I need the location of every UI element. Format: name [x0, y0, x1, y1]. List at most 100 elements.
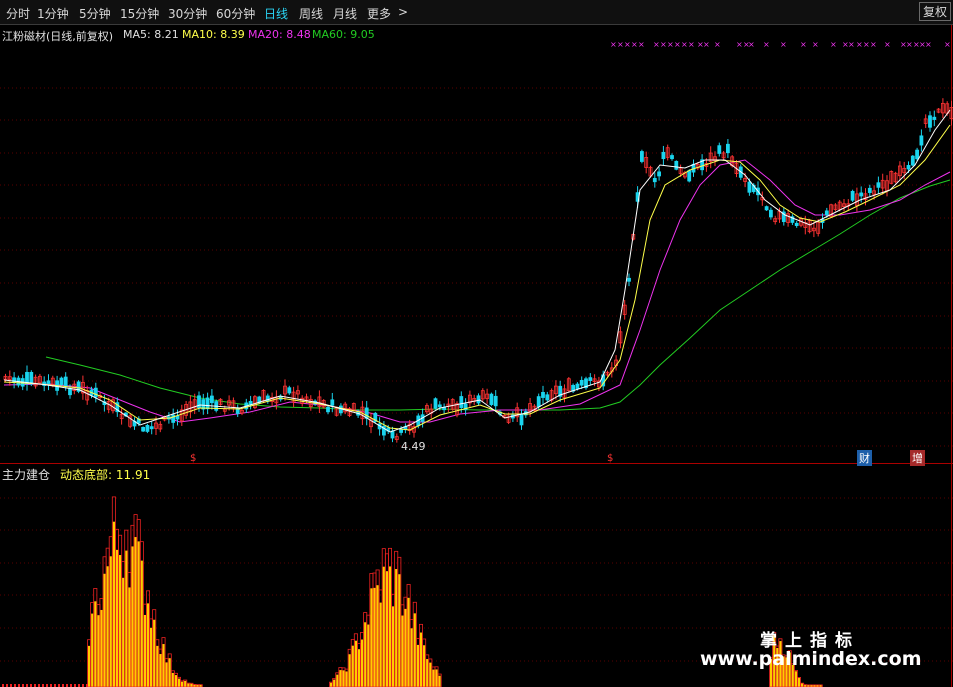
cross-marker: × [800, 40, 807, 49]
candle-body [687, 170, 692, 182]
sub-bar [376, 585, 379, 687]
candle-body [640, 151, 644, 162]
chart-area[interactable]: × × × × × × × × × × × × × × × ×× × × × × × × × × × × × × × × × × × [0, 25, 953, 687]
sub-bar [122, 577, 125, 687]
candle-body [459, 396, 464, 408]
cross-marker: × [638, 40, 645, 49]
sub-bar [177, 678, 181, 687]
sub-bar [373, 587, 376, 687]
cross-marker: × [610, 40, 617, 49]
candle-body [670, 155, 674, 160]
tab-week[interactable]: 周线 [299, 5, 323, 22]
cross-marker: × [617, 40, 624, 49]
sub-bar [168, 658, 171, 687]
sub-bar [165, 662, 168, 687]
candle-body [390, 430, 395, 439]
cai-badge[interactable]: 财 [857, 450, 872, 466]
sub-bar [339, 670, 342, 687]
sub-bar [345, 671, 348, 687]
candle-body [476, 395, 481, 404]
sub-bar [438, 675, 441, 687]
sub-bar [388, 566, 392, 687]
candle-body [545, 394, 550, 401]
cross-marker: × [870, 40, 877, 49]
candle-body [588, 377, 593, 381]
sub-bar [426, 659, 429, 687]
sub-bar [348, 654, 351, 687]
candle-body [764, 206, 769, 211]
candle-body [536, 396, 541, 407]
sub-bar [432, 669, 435, 687]
candle-body [205, 397, 210, 410]
sub-bar [407, 597, 410, 687]
sub-bar [140, 560, 143, 687]
tab-1min[interactable]: 1分钟 [37, 5, 69, 22]
candle-body [149, 426, 154, 430]
sub-bar [112, 521, 115, 687]
tab-fenshi[interactable]: 分时 [6, 5, 30, 22]
candle-body [661, 151, 666, 160]
sub-bar [419, 632, 423, 687]
tab-5min[interactable]: 5分钟 [79, 5, 111, 22]
cross-marker: × [653, 40, 660, 49]
tab-60min[interactable]: 60分钟 [216, 5, 255, 22]
candle-body [579, 379, 584, 386]
sub-bar [398, 574, 401, 687]
sub-bar [91, 613, 94, 687]
candle-body [932, 116, 937, 120]
sub-bar [153, 619, 156, 687]
sub-bar [429, 662, 432, 687]
zeng-badge[interactable]: 增 [910, 450, 925, 466]
sub-bar [125, 550, 128, 687]
sub-bar [395, 569, 398, 687]
tab-more[interactable]: 更多 [367, 5, 391, 22]
cross-marker: × [906, 40, 913, 49]
candle-body [674, 160, 679, 170]
candle-body [867, 187, 872, 193]
cross-marker: × [748, 40, 755, 49]
candle-body [928, 115, 932, 128]
sub-bar [103, 573, 106, 687]
ma10-polyline [3, 124, 951, 431]
chevron-right-icon[interactable]: > [398, 5, 408, 19]
sub-bar [119, 555, 122, 687]
tab-30min[interactable]: 30分钟 [168, 5, 207, 22]
candle-body [59, 377, 64, 386]
tab-day[interactable]: 日线 [264, 5, 288, 22]
cross-marker: × [736, 40, 743, 49]
sub-bar [361, 639, 364, 687]
sub-bar [410, 628, 413, 687]
tab-15min[interactable]: 15分钟 [120, 5, 159, 22]
sub-bar [435, 669, 438, 687]
candle-body [575, 383, 580, 389]
sub-bar [385, 571, 388, 687]
fuquan-button[interactable]: 复权 [919, 2, 951, 21]
sub-bar [131, 546, 134, 687]
sub-bar [382, 566, 385, 687]
candle-body [248, 400, 253, 405]
sub-bar [146, 603, 150, 687]
candle-body [330, 399, 335, 406]
sub-bar [184, 680, 187, 687]
sub-bar [115, 549, 119, 687]
sub-bar [100, 609, 103, 687]
cross-marker: × [681, 40, 688, 49]
sub-bar [351, 645, 354, 687]
candle-body [141, 427, 146, 432]
candle-body [489, 393, 494, 405]
sub-bar [364, 622, 367, 687]
candle-body [209, 395, 214, 404]
candle-body [68, 387, 72, 396]
cross-marker: × [830, 40, 837, 49]
sub-bar [97, 615, 100, 687]
sub-bar [404, 608, 407, 687]
sub-bar [174, 675, 177, 687]
sub-bar [370, 588, 373, 687]
tab-month[interactable]: 月线 [333, 5, 357, 22]
cross-marker: × [812, 40, 819, 49]
cross-marker: × [674, 40, 681, 49]
candlesticks [3, 98, 953, 443]
sub-bar [137, 541, 140, 687]
sub-bar [187, 683, 190, 687]
candle-body [850, 190, 855, 201]
